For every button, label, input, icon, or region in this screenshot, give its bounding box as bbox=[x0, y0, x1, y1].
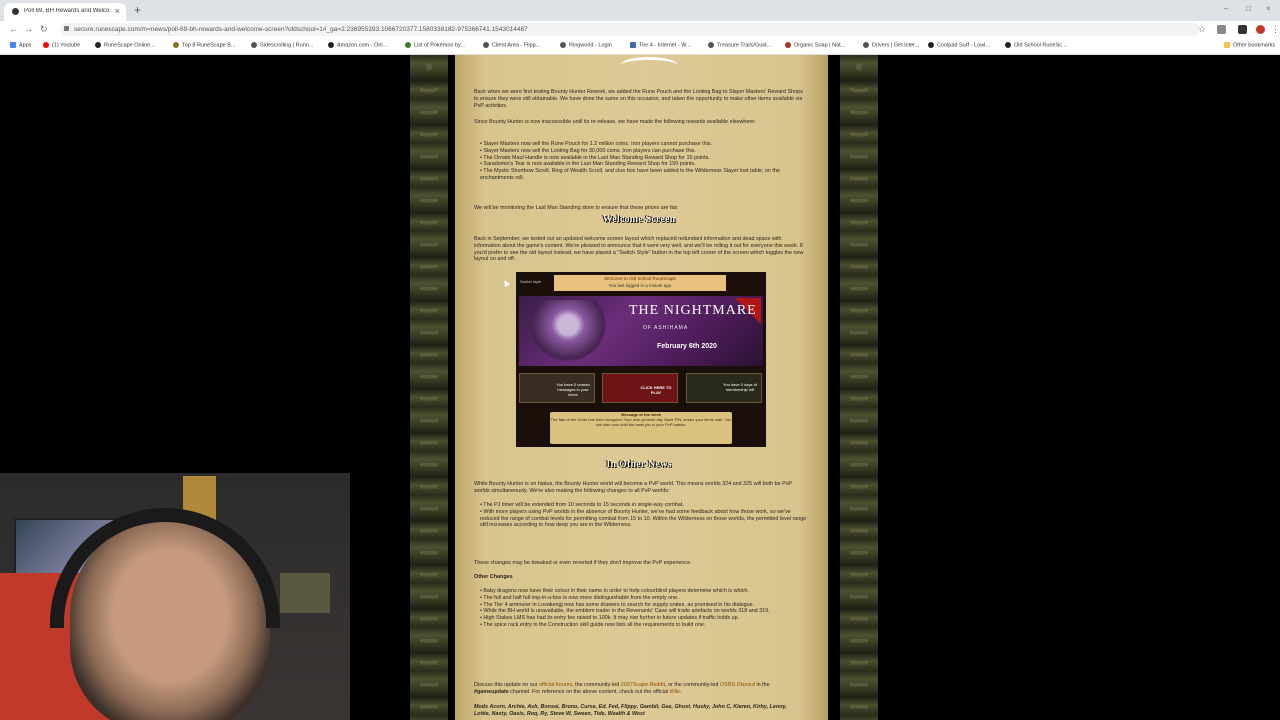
discuss-paragraph: Discuss this update on our official foru… bbox=[474, 682, 770, 695]
bookmark-item[interactable]: Coolpad Surf - Lowl... bbox=[928, 42, 990, 48]
list-item: The Mystic Shortbow Scroll, Ring of Weal… bbox=[480, 168, 810, 182]
bookmark-star-icon[interactable]: ☆ bbox=[1198, 24, 1206, 35]
play-tile[interactable]: CLICK HERE TO PLAY bbox=[602, 373, 678, 403]
lock-icon bbox=[64, 26, 69, 31]
webcam-overlay bbox=[0, 473, 350, 720]
list-item: The spice rack entry in the Construction… bbox=[480, 622, 810, 629]
welcome-screen-image: Switch style Welcome to Old School RuneS… bbox=[516, 272, 766, 447]
news-paragraph: These changes may be tweaked or even rev… bbox=[474, 560, 692, 566]
browser-tab-bar: Poll 69, BH Rewards and Welco... × + – □… bbox=[0, 0, 1280, 21]
list-item: The Tier 4 armourer in Lovakengj now has… bbox=[480, 602, 810, 609]
membership-tile: You have 0 days of membership left bbox=[686, 373, 762, 403]
bookmark-item[interactable]: Old School RuneSc... bbox=[1005, 42, 1067, 48]
bookmark-item[interactable]: Top 8 RuneScape B... bbox=[173, 42, 236, 48]
list-item: The PJ timer will be extended from 10 se… bbox=[480, 502, 810, 509]
bookmark-item[interactable]: Apps bbox=[10, 42, 32, 48]
nightmare-artwork bbox=[529, 300, 607, 362]
bookmarks-bar: Apps (1) Youtube RuneScape Online... Top… bbox=[0, 38, 1280, 55]
list-item: Saradomin's Tear is now available in the… bbox=[480, 161, 810, 168]
discord-link[interactable]: OSRS Discord bbox=[720, 682, 755, 688]
rewards-list: Slayer Masters now sell the Rune Pouch f… bbox=[474, 141, 810, 182]
bookmark-item[interactable]: Tier 4 - Internet - W... bbox=[630, 42, 691, 48]
list-item: High Stakes LMS has had its entry fee ra… bbox=[480, 615, 810, 622]
bookmark-item[interactable]: Sidescrolling | Runn... bbox=[251, 42, 313, 48]
bookmark-item[interactable]: RuneScape Online... bbox=[95, 42, 155, 48]
list-item: The full and half full imp-in-a-box is n… bbox=[480, 595, 810, 602]
bookmark-item[interactable]: Amazon.com - Onl... bbox=[328, 42, 387, 48]
wiki-link[interactable]: Wiki bbox=[670, 689, 680, 695]
banner-subtitle: OF ASHIHAMA bbox=[643, 325, 689, 331]
monitor-note: We will be monitoring the Last Man Stand… bbox=[474, 205, 679, 211]
banner-title: THE NIGHTMARE bbox=[629, 303, 757, 318]
close-window-button[interactable]: × bbox=[1266, 4, 1271, 13]
bookmark-item[interactable]: (1) Youtube bbox=[43, 42, 80, 48]
other-bookmarks-folder[interactable]: Other bookmarks bbox=[1224, 42, 1275, 48]
minimize-button[interactable]: – bbox=[1224, 4, 1228, 13]
right-pillar-decoration bbox=[840, 55, 878, 720]
inbox-tile: You have 0 unread messages in your inbox bbox=[519, 373, 595, 403]
maximize-button[interactable]: □ bbox=[1246, 4, 1251, 13]
list-item: While the BH world is unavailable, the e… bbox=[480, 608, 810, 615]
list-item: With more players using PvP worlds in th… bbox=[480, 509, 810, 529]
intro-paragraph: Since Bounty Hunter is now inaccessible … bbox=[474, 119, 756, 125]
other-changes-list: Baby dragons now have their colour in th… bbox=[474, 588, 810, 629]
close-tab-icon[interactable]: × bbox=[115, 6, 120, 16]
bookmark-item[interactable]: Treasure Trails/Guid... bbox=[708, 42, 771, 48]
pvp-changes-list: The PJ timer will be extended from 10 se… bbox=[474, 502, 810, 529]
intro-paragraph: Back when we were first testing Bounty H… bbox=[474, 89, 803, 109]
message-of-the-week-scroll: Message of the week The fate of the Gods… bbox=[550, 412, 732, 444]
banner-date: February 6th 2020 bbox=[657, 343, 717, 350]
bookmark-item[interactable]: Client Area - Flipp... bbox=[483, 42, 540, 48]
list-item: Slayer Masters now sell the Rune Pouch f… bbox=[480, 141, 810, 148]
left-pillar-decoration bbox=[410, 55, 448, 720]
back-arrow-icon[interactable]: ← bbox=[9, 24, 18, 34]
official-forums-link[interactable]: official forums bbox=[539, 682, 572, 688]
switch-style-button[interactable]: Switch style bbox=[520, 279, 541, 286]
in-other-news-heading: In Other News bbox=[606, 459, 672, 470]
mods-signature: Mods Acorn, Archie, Ash, Bonsai, Bruno, … bbox=[474, 704, 787, 717]
runescape-favicon-icon bbox=[12, 8, 19, 15]
bookmark-item[interactable]: List of Pokémon by... bbox=[405, 42, 465, 48]
list-item: The Ornate Maul Handle is now available … bbox=[480, 155, 810, 162]
parchment-scroll: Back when we were first testing Bounty H… bbox=[455, 55, 828, 720]
bookmark-item[interactable]: Drivers | Get inter... bbox=[863, 42, 919, 48]
bookmark-item[interactable]: Ringworld - Login bbox=[560, 42, 612, 48]
extension-icon[interactable] bbox=[1217, 25, 1226, 34]
news-paragraph: While Bounty Hunter is on hiatus, the Bo… bbox=[474, 481, 792, 494]
shelf bbox=[280, 573, 330, 613]
ornament-divider bbox=[620, 57, 678, 74]
extension-icon[interactable] bbox=[1238, 25, 1247, 34]
reddit-link[interactable]: 2007Scape Reddit bbox=[621, 682, 665, 688]
welcome-header-banner: Welcome to Old School RuneScape You last… bbox=[554, 275, 726, 291]
active-tab[interactable]: Poll 69, BH Rewards and Welco... × bbox=[4, 3, 126, 21]
welcome-screen-heading: Welcome Screen bbox=[602, 214, 676, 225]
nightmare-banner[interactable]: THE NIGHTMARE OF ASHIHAMA February 6th 2… bbox=[519, 296, 763, 366]
bookmark-item[interactable]: Organic Soap | Nat... bbox=[785, 42, 845, 48]
new-tab-button[interactable]: + bbox=[134, 3, 141, 17]
profile-avatar[interactable] bbox=[1256, 25, 1265, 34]
url-field[interactable]: secure.runescape.com/m=news/poll-69-bh-r… bbox=[60, 23, 1200, 36]
forward-arrow-icon[interactable]: → bbox=[24, 24, 33, 34]
address-bar-row: ← → ↻ secure.runescape.com/m=news/poll-6… bbox=[0, 21, 1280, 38]
other-changes-heading: Other Changes bbox=[474, 574, 513, 580]
list-item: Slayer Masters now sell the Looting Bag … bbox=[480, 148, 810, 155]
reload-icon[interactable]: ↻ bbox=[40, 24, 48, 35]
tab-title: Poll 69, BH Rewards and Welco... bbox=[24, 8, 110, 14]
list-item: Baby dragons now have their colour in th… bbox=[480, 588, 810, 595]
menu-icon[interactable]: ⋮ bbox=[1271, 24, 1280, 35]
welcome-paragraph: Back in September, we tested out an upda… bbox=[474, 236, 804, 263]
